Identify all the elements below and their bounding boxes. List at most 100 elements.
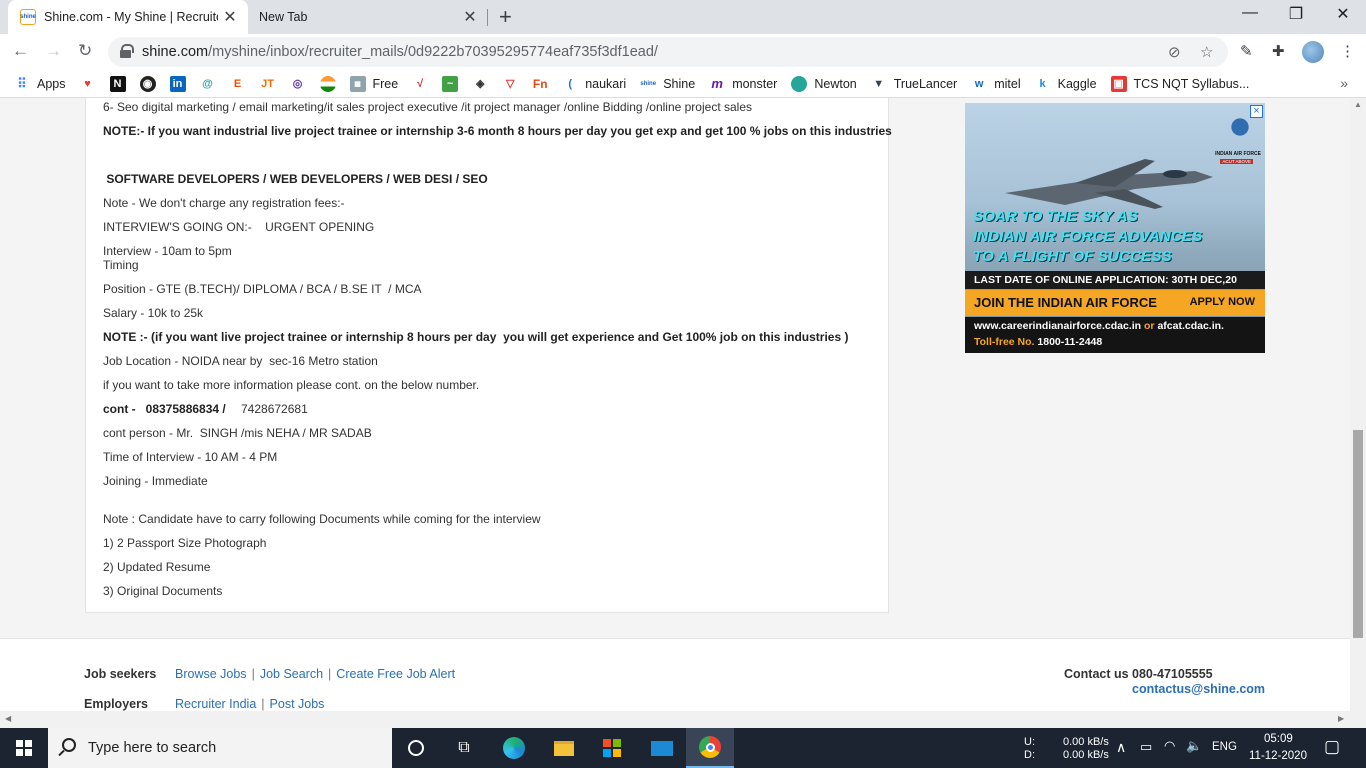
iaf-advertisement[interactable]: INDIAN AIR FORCE ACUT ABOVE × SOAR TO TH… bbox=[965, 103, 1265, 353]
vertical-scrollbar[interactable]: ▲ bbox=[1350, 98, 1366, 711]
close-window-icon[interactable]: ✕ bbox=[1320, 4, 1366, 24]
tab-title: Shine.com - My Shine | Recruiter bbox=[44, 10, 218, 24]
close-tab-icon[interactable]: ✕ bbox=[458, 7, 482, 27]
bookmark-wave[interactable]: ~ bbox=[442, 75, 459, 92]
apps-grid-icon: ⠿ bbox=[17, 75, 27, 91]
notifications-icon[interactable]: ▢ bbox=[1324, 737, 1340, 757]
bookmark-jt[interactable]: JT bbox=[260, 76, 276, 92]
address-bar[interactable]: shine.com/myshine/inbox/recruiter_mails/… bbox=[108, 37, 1228, 67]
ad-last-date: LAST DATE OF ONLINE APPLICATION: 30TH DE… bbox=[965, 271, 1265, 289]
wifi-icon[interactable]: ◠ bbox=[1164, 738, 1175, 754]
bookmark-spiral[interactable]: @ bbox=[200, 76, 216, 92]
chrome-taskbar-icon[interactable] bbox=[686, 728, 734, 768]
eye-off-icon[interactable]: ⊘ bbox=[1168, 43, 1181, 61]
footer-job-seekers-links: Browse Jobs | Job Search | Create Free Job A… bbox=[175, 667, 456, 681]
pen-extension-icon[interactable]: ✎ bbox=[1240, 42, 1253, 60]
create-job-alert-link[interactable]: Create Free Job Alert bbox=[336, 667, 455, 681]
chevron-up-icon[interactable]: ∧ bbox=[1116, 739, 1126, 756]
cortana-icon[interactable] bbox=[392, 728, 440, 768]
bookmark-newton[interactable]: Newton bbox=[791, 75, 857, 92]
windows-start-icon[interactable] bbox=[16, 740, 32, 756]
minimize-icon[interactable]: — bbox=[1227, 4, 1273, 22]
tab-shine[interactable]: shine Shine.com - My Shine | Recruiter ✕ bbox=[8, 0, 248, 34]
bookmark-monster[interactable]: m monster bbox=[709, 76, 777, 92]
clock-time[interactable]: 05:09 bbox=[1264, 733, 1293, 745]
bookmarks-overflow-icon[interactable]: » bbox=[1340, 75, 1348, 91]
puzzle-extension-icon[interactable]: ✚ bbox=[1272, 42, 1285, 60]
bookmark-kaggle[interactable]: k Kaggle bbox=[1035, 76, 1097, 92]
edge-icon[interactable] bbox=[490, 728, 538, 768]
url-text[interactable]: shine.com/myshine/inbox/recruiter_mails/… bbox=[142, 44, 658, 60]
bookmark-star-icon[interactable]: ☆ bbox=[1200, 43, 1213, 61]
bookmark-diamond[interactable]: ◈ bbox=[472, 76, 488, 92]
tab-new-tab[interactable]: New Tab ✕ bbox=[248, 0, 488, 34]
ad-site-1[interactable]: www.careerindianairforce.cdac.in bbox=[974, 320, 1141, 332]
ad-site-2[interactable]: afcat.cdac.in. bbox=[1157, 320, 1224, 332]
restore-icon[interactable]: ❐ bbox=[1273, 4, 1319, 24]
mail-icon[interactable] bbox=[638, 728, 686, 768]
mail-line: Note : Candidate have to carry following… bbox=[103, 512, 541, 526]
footer-employers-links: Recruiter India | Post Jobs bbox=[175, 697, 325, 711]
bookmark-shine[interactable]: shine Shine bbox=[640, 76, 695, 92]
bookmark-github[interactable]: ◉ bbox=[139, 75, 156, 92]
mail-line: cont person - Mr. SINGH /mis NEHA / MR S… bbox=[103, 426, 372, 440]
bookmark-fn[interactable]: Fn bbox=[532, 76, 548, 92]
bookmark-triangle[interactable]: ▽ bbox=[502, 76, 518, 92]
volume-icon[interactable]: 🔈 bbox=[1186, 738, 1202, 754]
bookmark-tcs[interactable]: ▣ TCS NQT Syllabus... bbox=[1110, 75, 1249, 92]
lock-icon[interactable] bbox=[120, 44, 134, 58]
shine-icon: shine bbox=[640, 80, 657, 87]
scrollbar-thumb[interactable] bbox=[1353, 430, 1363, 638]
job-search-link[interactable]: Job Search bbox=[260, 667, 323, 681]
tab-strip: shine Shine.com - My Shine | Recruiter ✕… bbox=[0, 0, 1366, 34]
battery-icon[interactable]: ▭ bbox=[1140, 739, 1152, 755]
bookmark-redcheck[interactable]: √ bbox=[412, 76, 428, 92]
ad-headline-line: TO A FLIGHT OF SUCCESS bbox=[973, 248, 1172, 265]
fn-logo-icon: Fn bbox=[532, 76, 548, 91]
truelancer-icon: ▼ bbox=[873, 77, 885, 90]
bookmark-flag[interactable] bbox=[319, 75, 336, 92]
bookmark-naukari[interactable]: ( naukari bbox=[562, 76, 626, 92]
horizontal-scrollbar[interactable]: ◀ ▶ bbox=[0, 711, 1366, 728]
forward-arrow-icon[interactable]: → bbox=[45, 41, 62, 61]
bookmarks-bar: ⠿ Apps ♥ N ◉ in @ E JT ◎ ▦ Free √ ~ ◈ ▽ … bbox=[0, 70, 1366, 98]
contact-email-link[interactable]: contactus@shine.com bbox=[1132, 682, 1265, 696]
back-arrow-icon[interactable]: ← bbox=[12, 41, 29, 61]
profile-avatar[interactable] bbox=[1302, 41, 1324, 63]
language-indicator[interactable]: ENG bbox=[1212, 741, 1237, 753]
mail-line: 7428672681 bbox=[241, 402, 308, 416]
naukri-icon: ( bbox=[568, 77, 573, 90]
ad-or: or bbox=[1144, 320, 1155, 332]
scroll-right-arrow-icon[interactable]: ▶ bbox=[1338, 714, 1344, 723]
bookmark-truelancer[interactable]: ▼ TrueLancer bbox=[871, 76, 957, 92]
taskbar-search-box[interactable]: Type here to search bbox=[48, 728, 392, 768]
bookmark-free[interactable]: ▦ Free bbox=[349, 75, 398, 92]
footer-employers-label: Employers bbox=[84, 697, 148, 711]
bookmark-heart[interactable]: ♥ bbox=[80, 76, 96, 92]
scroll-left-arrow-icon[interactable]: ◀ bbox=[5, 714, 11, 723]
net-up-label: U: bbox=[1024, 736, 1035, 748]
ad-join-bar[interactable]: JOIN THE INDIAN AIR FORCE APPLY NOW bbox=[965, 290, 1265, 316]
clock-date[interactable]: 11-12-2020 bbox=[1249, 750, 1307, 762]
reload-icon[interactable]: ↻ bbox=[78, 41, 92, 61]
ad-websites: www.careerindianairforce.cdac.in or afca… bbox=[974, 320, 1224, 332]
recruiter-india-link[interactable]: Recruiter India bbox=[175, 697, 256, 711]
bookmark-globe[interactable]: ◎ bbox=[290, 76, 306, 92]
browse-jobs-link[interactable]: Browse Jobs bbox=[175, 667, 247, 681]
bookmark-e[interactable]: E bbox=[230, 76, 246, 92]
microsoft-store-icon[interactable] bbox=[588, 728, 636, 768]
scroll-up-arrow-icon[interactable]: ▲ bbox=[1354, 100, 1362, 109]
task-view-icon[interactable]: ⧉ bbox=[440, 728, 488, 768]
menu-kebab-icon[interactable]: ⋮ bbox=[1340, 42, 1355, 60]
bookmark-mitel[interactable]: w mitel bbox=[971, 76, 1021, 92]
file-explorer-icon[interactable] bbox=[540, 728, 588, 768]
close-tab-icon[interactable]: ✕ bbox=[218, 7, 242, 27]
ad-close-icon[interactable]: × bbox=[1250, 105, 1263, 118]
new-tab-button[interactable]: + bbox=[499, 4, 512, 30]
post-jobs-link[interactable]: Post Jobs bbox=[270, 697, 325, 711]
bookmark-apps[interactable]: ⠿ Apps bbox=[14, 75, 65, 92]
bookmark-linkedin[interactable]: in bbox=[169, 75, 186, 92]
mail-line: Time of Interview - 10 AM - 4 PM bbox=[103, 450, 278, 464]
bookmark-n[interactable]: N bbox=[109, 75, 126, 92]
ad-apply-now-button[interactable]: APPLY NOW bbox=[1190, 296, 1255, 308]
